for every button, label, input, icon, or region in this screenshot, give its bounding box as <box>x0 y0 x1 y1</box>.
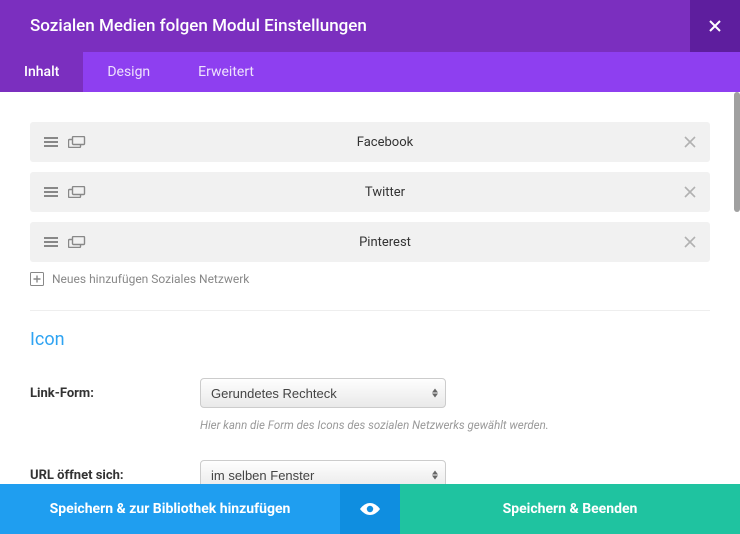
close-icon <box>684 186 696 198</box>
content-panel: Facebook Twitter <box>0 92 740 484</box>
network-label: Pinterest <box>86 235 684 250</box>
duplicate-icon[interactable] <box>68 236 86 248</box>
field-label: Link-Form: <box>30 378 200 401</box>
row-remove-button[interactable] <box>684 133 696 152</box>
duplicate-icon[interactable] <box>68 186 86 198</box>
close-icon <box>684 136 696 148</box>
row-remove-button[interactable] <box>684 183 696 202</box>
save-and-exit-button[interactable]: Speichern & Beenden <box>400 484 740 534</box>
modal-title: Sozialen Medien folgen Modul Einstellung… <box>0 16 367 36</box>
duplicate-icon[interactable] <box>68 136 86 148</box>
url-opens-select[interactable]: im selben Fenster <box>200 460 446 484</box>
close-icon <box>684 236 696 248</box>
divider <box>30 310 710 311</box>
row-handles <box>44 235 86 249</box>
tab-inhalt[interactable]: Inhalt <box>0 52 83 92</box>
modal-footer: Speichern & zur Bibliothek hinzufügen Sp… <box>0 484 740 534</box>
eye-icon <box>358 501 382 517</box>
network-label: Facebook <box>86 135 684 150</box>
network-label: Twitter <box>86 185 684 200</box>
row-handles <box>44 185 86 199</box>
save-to-library-button[interactable]: Speichern & zur Bibliothek hinzufügen <box>0 484 340 534</box>
field-hint: Hier kann die Form des Icons des soziale… <box>200 418 710 432</box>
field-link-form: Link-Form: Gerundetes Rechteck Hier kann… <box>30 378 710 432</box>
preview-button[interactable] <box>340 484 400 534</box>
add-network-label: Neues hinzufügen Soziales Netzwerk <box>52 272 249 286</box>
settings-modal: Sozialen Medien folgen Modul Einstellung… <box>0 0 740 534</box>
add-network-button[interactable]: Neues hinzufügen Soziales Netzwerk <box>30 272 710 286</box>
network-row[interactable]: Pinterest <box>30 222 710 262</box>
field-label: URL öffnet sich: <box>30 460 200 483</box>
drag-handle-icon[interactable] <box>44 185 58 199</box>
link-form-select[interactable]: Gerundetes Rechteck <box>200 378 446 408</box>
url-opens-select-wrap: im selben Fenster <box>200 460 446 484</box>
field-url-opens: URL öffnet sich: im selben Fenster <box>30 460 710 484</box>
network-row[interactable]: Facebook <box>30 122 710 162</box>
link-form-select-wrap: Gerundetes Rechteck <box>200 378 446 408</box>
section-title-icon: Icon <box>30 329 710 350</box>
drag-handle-icon[interactable] <box>44 135 58 149</box>
tab-erweitert[interactable]: Erweitert <box>174 52 278 92</box>
row-remove-button[interactable] <box>684 233 696 252</box>
network-row[interactable]: Twitter <box>30 172 710 212</box>
close-button[interactable] <box>690 0 740 52</box>
close-icon <box>709 20 721 32</box>
tab-bar: Inhalt Design Erweitert <box>0 52 740 92</box>
plus-icon <box>30 272 44 286</box>
row-handles <box>44 135 86 149</box>
drag-handle-icon[interactable] <box>44 235 58 249</box>
scrollbar-thumb[interactable] <box>734 92 740 212</box>
tab-design[interactable]: Design <box>83 52 174 92</box>
modal-header: Sozialen Medien folgen Modul Einstellung… <box>0 0 740 52</box>
